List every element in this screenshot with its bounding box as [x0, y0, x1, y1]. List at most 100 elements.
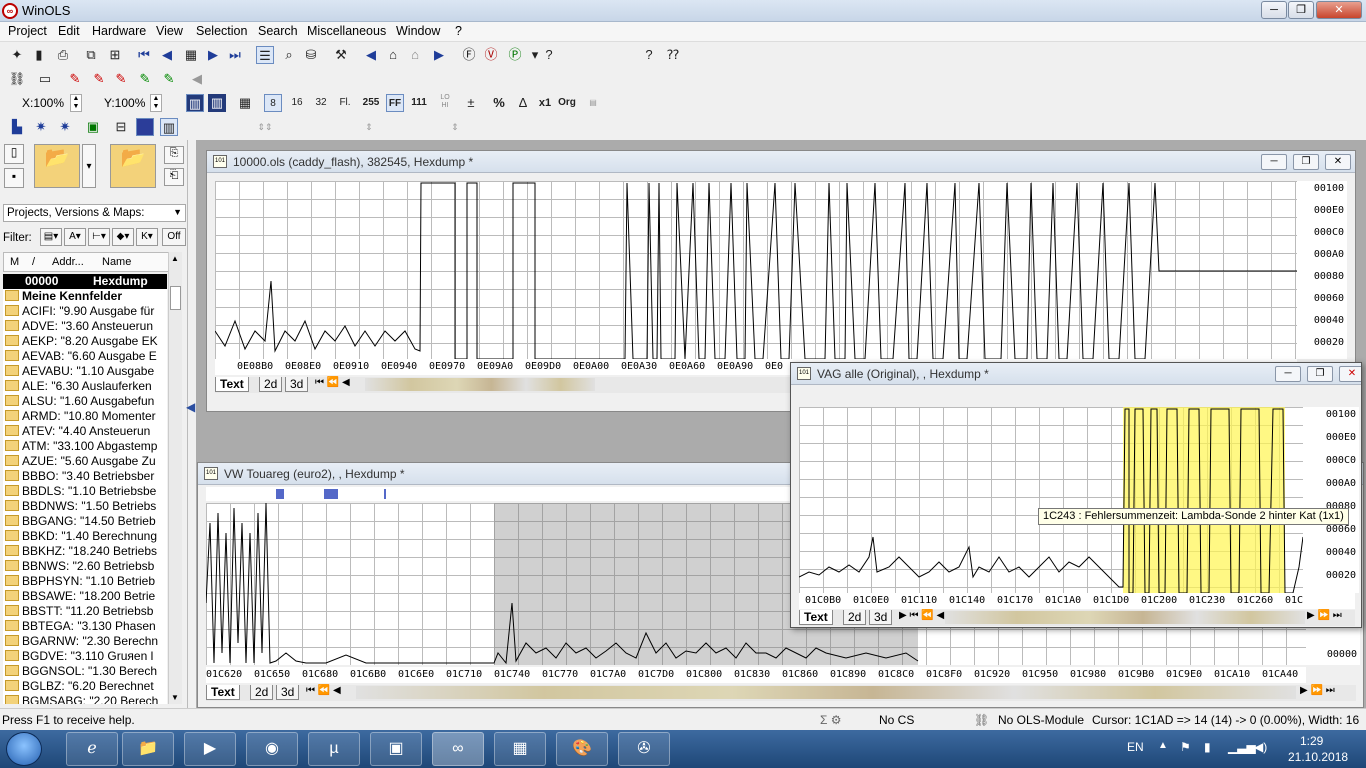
new-file-icon[interactable]: ▯: [4, 144, 24, 164]
fill-icon[interactable]: [136, 118, 154, 136]
p-box-icon[interactable]: Ⓟ: [506, 46, 524, 64]
move-left-icon[interactable]: ✎: [66, 70, 84, 88]
chrome-icon[interactable]: ◉: [246, 732, 298, 766]
tab-2d[interactable]: 2d: [843, 610, 867, 625]
col-m[interactable]: M: [10, 256, 19, 268]
chart3-icon[interactable]: ✷: [56, 118, 74, 136]
split-icon[interactable]: ▥: [160, 118, 178, 136]
list-item[interactable]: BBGANG: "14.50 Betrieb: [3, 514, 167, 529]
lohi-button[interactable]: LO HI: [436, 94, 454, 112]
home-icon[interactable]: ⌂: [384, 46, 402, 64]
list-item[interactable]: BGLBZ: "6.20 Berechnet: [3, 679, 167, 694]
win-close-button[interactable]: ✕: [1339, 366, 1361, 382]
chip-icon[interactable]: ▮: [30, 46, 48, 64]
factor-button[interactable]: x1: [536, 94, 554, 112]
col-sort[interactable]: /: [32, 256, 35, 268]
win-minimize-button[interactable]: ─: [1275, 366, 1301, 382]
list-item[interactable]: BBNWS: "2.60 Betriebsb: [3, 559, 167, 574]
list-item[interactable]: AZUE: "5.60 Ausgabe Zu: [3, 454, 167, 469]
filter-k-icon[interactable]: K▾: [136, 228, 158, 246]
graph-view-icon[interactable]: ▥: [186, 94, 204, 112]
ie-icon[interactable]: ℯ: [66, 732, 118, 766]
nav-last-icon[interactable]: ▶ ⏩ ⏭: [1300, 685, 1335, 696]
width-32-button[interactable]: 32: [312, 94, 330, 112]
minimize-button[interactable]: ─: [1261, 1, 1287, 19]
question-icon[interactable]: ?: [540, 46, 558, 64]
help-icon[interactable]: ?: [640, 46, 658, 64]
spinner-c[interactable]: ⇕: [446, 118, 464, 136]
col-name[interactable]: Name: [102, 256, 131, 268]
list-item[interactable]: ARMD: "10.80 Momenter: [3, 409, 167, 424]
infinity-logo-icon[interactable]: ∞: [2, 3, 18, 19]
recent-folder-icon[interactable]: 📂: [110, 144, 156, 188]
filter-dim-icon[interactable]: ⊢▾: [88, 228, 110, 246]
tab-2d[interactable]: 2d: [259, 377, 283, 392]
back-icon[interactable]: ◀: [362, 46, 380, 64]
col-address[interactable]: Addr...: [52, 256, 84, 268]
tab-3d[interactable]: 3d: [869, 610, 893, 625]
list-item[interactable]: ACIFI: "9.90 Ausgabe für: [3, 304, 167, 319]
menu-help[interactable]: ?: [455, 24, 462, 38]
scroll-down-icon[interactable]: ▼: [171, 693, 179, 702]
spinner-a[interactable]: ⇕⇕: [256, 118, 274, 136]
list-item-selected[interactable]: 00000 Hexdump: [3, 274, 167, 289]
winols-task-icon[interactable]: ∞: [432, 732, 484, 766]
utorrent-icon[interactable]: µ: [308, 732, 360, 766]
scroll-thumb[interactable]: [170, 286, 181, 310]
filter-off-button[interactable]: Off: [162, 228, 186, 246]
tab-2d[interactable]: 2d: [250, 685, 274, 700]
media-player-icon[interactable]: ▶: [184, 732, 236, 766]
width-8-button[interactable]: 8: [264, 94, 282, 112]
tab-3d[interactable]: 3d: [285, 377, 309, 392]
table-icon[interactable]: ▦: [182, 46, 200, 64]
first-icon[interactable]: ⏮: [135, 46, 153, 64]
nav-first-icon[interactable]: ⏮ ⏪ ◀: [315, 377, 350, 388]
explorer-icon[interactable]: 📁: [122, 732, 174, 766]
win-close-button[interactable]: ✕: [1325, 154, 1351, 170]
tools-icon[interactable]: ⚒: [332, 46, 350, 64]
list-item[interactable]: BBSTT: "11.20 Betriebsb: [3, 604, 167, 619]
grid-view-icon[interactable]: ▦: [236, 94, 254, 112]
horizontal-scrollbar[interactable]: [356, 686, 1296, 699]
list-item[interactable]: ALE: "6.30 Auslauferken: [3, 379, 167, 394]
tab-text[interactable]: Text: [206, 685, 240, 700]
list-item[interactable]: ALSU: "1.60 Ausgabefun: [3, 394, 167, 409]
list-item[interactable]: AEVABU: "1.10 Ausgabe: [3, 364, 167, 379]
save-icon[interactable]: ▪: [4, 168, 24, 188]
chart-icon[interactable]: ▙: [8, 118, 26, 136]
float-button[interactable]: Fl.: [336, 94, 354, 112]
import-icon[interactable]: ⎘: [164, 146, 184, 164]
tab-3d[interactable]: 3d: [276, 685, 300, 700]
last-icon[interactable]: ⏭: [226, 46, 244, 64]
volume-icon[interactable]: ◀): [1254, 740, 1267, 754]
list-item[interactable]: BBKHZ: "18.240 Betriebs: [3, 544, 167, 559]
calculator-icon[interactable]: ▦: [494, 732, 546, 766]
decimal-button[interactable]: 255: [362, 94, 380, 112]
horizontal-scrollbar[interactable]: [365, 378, 595, 391]
list-item[interactable]: BGARNW: "2.30 Berechn: [3, 634, 167, 649]
f-box-icon[interactable]: Ⓕ: [460, 46, 478, 64]
link-icon[interactable]: ⛓: [8, 70, 26, 88]
menu-edit[interactable]: Edit: [58, 24, 80, 38]
width-16-button[interactable]: 16: [288, 94, 306, 112]
edit-green-icon[interactable]: ✎: [136, 70, 154, 88]
list-item[interactable]: BBBO: "3.40 Betriebsber: [3, 469, 167, 484]
percent-button[interactable]: %: [490, 94, 508, 112]
binary-button[interactable]: 111: [410, 94, 428, 112]
horizontal-scrollbar[interactable]: [945, 611, 1305, 624]
columns-view-icon[interactable]: ▥: [208, 94, 226, 112]
menu-hardware[interactable]: Hardware: [92, 24, 146, 38]
menu-search[interactable]: Search: [258, 24, 298, 38]
view-selector[interactable]: Projects, Versions & Maps: ▼: [3, 204, 186, 222]
list-item[interactable]: BGGNSOL: "1.30 Berech: [3, 664, 167, 679]
filter-text-icon[interactable]: A▾: [64, 228, 86, 246]
tab-text[interactable]: Text: [799, 610, 833, 625]
list-item[interactable]: ATM: "33.100 Abgastemp: [3, 439, 167, 454]
clock-time[interactable]: 1:29: [1300, 734, 1323, 748]
database-icon[interactable]: ⛁: [302, 46, 320, 64]
paint-icon[interactable]: 🎨: [556, 732, 608, 766]
tray-flag-icon[interactable]: ⚑: [1180, 740, 1191, 754]
nav-first-icon[interactable]: ⏮ ⏪ ◀: [306, 685, 341, 696]
close-button[interactable]: ✕: [1316, 1, 1362, 19]
menu-view[interactable]: View: [156, 24, 183, 38]
